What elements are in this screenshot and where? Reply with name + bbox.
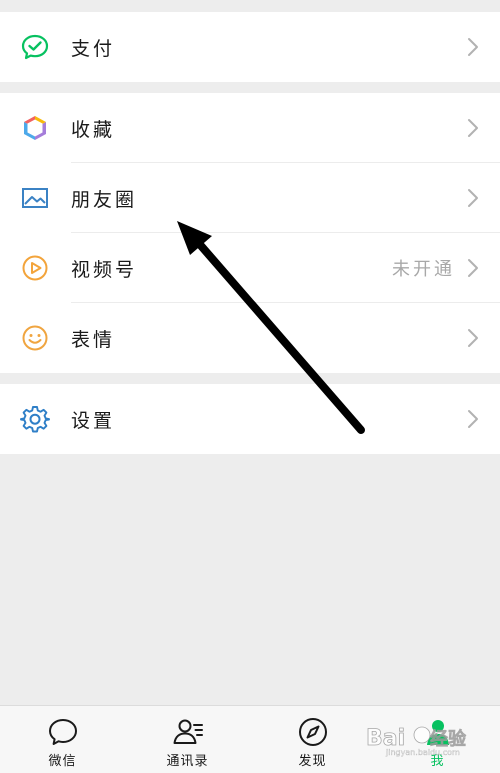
tab-bar: 微信 通讯录 发现 我 <box>0 705 500 773</box>
menu-item-label: 视频号 <box>71 258 138 281</box>
chevron-right-icon <box>468 38 478 56</box>
menu-item-settings[interactable]: 设置 <box>0 384 500 454</box>
contacts-icon <box>173 719 203 744</box>
chevron-right-icon <box>468 410 478 428</box>
menu-item-label: 表情 <box>71 328 116 351</box>
tab-me[interactable]: 我 <box>375 706 500 773</box>
tab-label: 微信 <box>48 754 77 769</box>
menu-item-channels[interactable]: 视频号 未开通 <box>0 233 500 303</box>
group-content: 收藏 朋友圈 视频号 未开通 表情 <box>0 93 500 373</box>
menu-item-label: 朋友圈 <box>71 188 138 211</box>
tab-label: 发现 <box>298 754 327 769</box>
top-strip <box>0 0 500 12</box>
chevron-right-icon <box>468 189 478 207</box>
group-pay: 支付 <box>0 12 500 82</box>
chevron-right-icon <box>468 119 478 137</box>
play-circle-icon <box>20 253 50 283</box>
wallet-check-icon <box>20 32 50 62</box>
gear-icon <box>20 404 50 434</box>
chevron-right-icon <box>468 329 478 347</box>
tab-chats[interactable]: 微信 <box>0 706 125 773</box>
person-icon <box>426 720 449 745</box>
tab-contacts[interactable]: 通讯录 <box>125 706 250 773</box>
tab-discover[interactable]: 发现 <box>250 706 375 773</box>
menu-item-label: 收藏 <box>71 118 116 141</box>
menu-item-moments[interactable]: 朋友圈 <box>0 163 500 233</box>
cube-icon <box>20 113 50 143</box>
chevron-right-icon <box>468 259 478 277</box>
compass-icon <box>298 718 327 746</box>
menu-item-stickers[interactable]: 表情 <box>0 303 500 373</box>
image-icon <box>20 183 50 213</box>
tab-label: 通讯录 <box>166 754 209 769</box>
status-text: 未开通 <box>392 259 455 280</box>
menu-item-label: 设置 <box>71 409 116 432</box>
tab-label: 我 <box>430 754 445 769</box>
menu-item-pay[interactable]: 支付 <box>0 12 500 82</box>
menu-item-label: 支付 <box>71 37 116 60</box>
smiley-icon <box>20 323 50 353</box>
chat-bubble-icon <box>48 719 77 745</box>
group-settings: 设置 <box>0 384 500 454</box>
menu-item-favorites[interactable]: 收藏 <box>0 93 500 163</box>
